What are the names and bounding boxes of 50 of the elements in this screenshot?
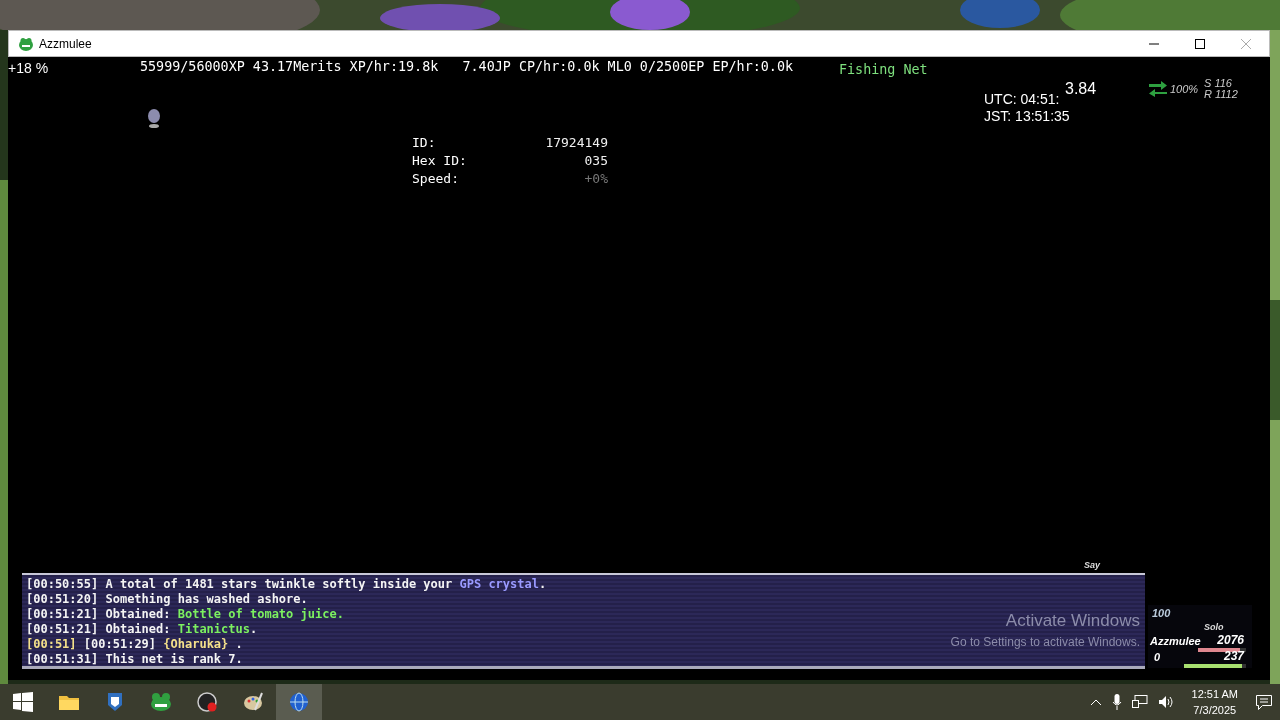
chat-line: [00:51:21] Obtained: Titanictus.: [26, 622, 258, 637]
speaker-icon[interactable]: [1157, 695, 1174, 709]
info-label: ID:: [412, 135, 436, 150]
maximize-icon: [1195, 38, 1205, 49]
windows-start-icon: [13, 692, 33, 712]
creature-icon: [147, 108, 161, 130]
network-arrows-icon: [1148, 81, 1168, 97]
received-count: R 1112: [1204, 88, 1238, 100]
microphone-icon[interactable]: [1111, 694, 1122, 710]
channel-label: Say: [1084, 560, 1100, 570]
close-icon: [1241, 38, 1251, 49]
utc-time: UTC: 04:51:: [984, 91, 1060, 107]
party-mode: Solo: [1204, 622, 1224, 632]
shield-icon: [105, 692, 125, 712]
chat-line: [00:51:21] Obtained: Bottle of tomato juice.: [26, 607, 344, 622]
palette-icon: [243, 692, 263, 712]
info-value: 17924149: [545, 135, 608, 150]
info-value: 035: [584, 153, 608, 168]
network-icon[interactable]: [1131, 695, 1148, 709]
party-extra: 100: [1152, 607, 1171, 619]
network-percent: 100%: [1170, 83, 1199, 95]
frog-icon: [19, 36, 33, 51]
target-name: Fishing Net: [839, 62, 928, 77]
info-label: Hex ID:: [412, 153, 467, 168]
fps-counter: 3.84: [1065, 80, 1097, 98]
notification-icon[interactable]: [1256, 694, 1272, 710]
chat-line: [00:51:31] This net is rank 7.: [26, 652, 243, 667]
chat-line: [00:51:20] Something has washed ashore.: [26, 592, 308, 607]
tp-value: 0: [1154, 651, 1161, 663]
frog-icon: [151, 692, 171, 712]
chat-line: [00:50:55] A total of 1481 stars twinkle softly inside your GPS crystal.: [26, 577, 547, 592]
chat-line: [00:51] [00:51:29] {Oharuka} .: [26, 637, 243, 652]
mp-value: 237: [1223, 649, 1244, 663]
sent-count: S 116: [1204, 77, 1232, 89]
info-value: +0%: [584, 171, 608, 186]
jst-time: JST: 13:51:35: [984, 108, 1070, 124]
percent-text: +18 %: [8, 60, 49, 76]
activation-title: Activate Windows: [1005, 611, 1140, 631]
member-name: Azzmulee: [1150, 635, 1201, 647]
clock-date: 7/3/2025: [1193, 703, 1237, 718]
stats-text: 55999/56000XP 43.17Merits XP/hr:19.8k 7.40JP CP/hr:0.0k ML0 0/2500EP EP/hr:0.0k: [140, 59, 793, 74]
activation-hint: Go to Settings to activate Windows.: [950, 635, 1140, 649]
record-icon: [197, 692, 217, 712]
window-title: Azzmulee: [39, 36, 93, 51]
clock-time: 12:51 AM: [1191, 687, 1238, 702]
hp-value: 2076: [1217, 633, 1244, 647]
clock[interactable]: 12:51 AM 7/3/2025: [1191, 686, 1238, 718]
info-label: Speed:: [412, 171, 459, 186]
chevron-up-icon[interactable]: [1089, 698, 1102, 706]
globe-icon: [289, 692, 309, 712]
